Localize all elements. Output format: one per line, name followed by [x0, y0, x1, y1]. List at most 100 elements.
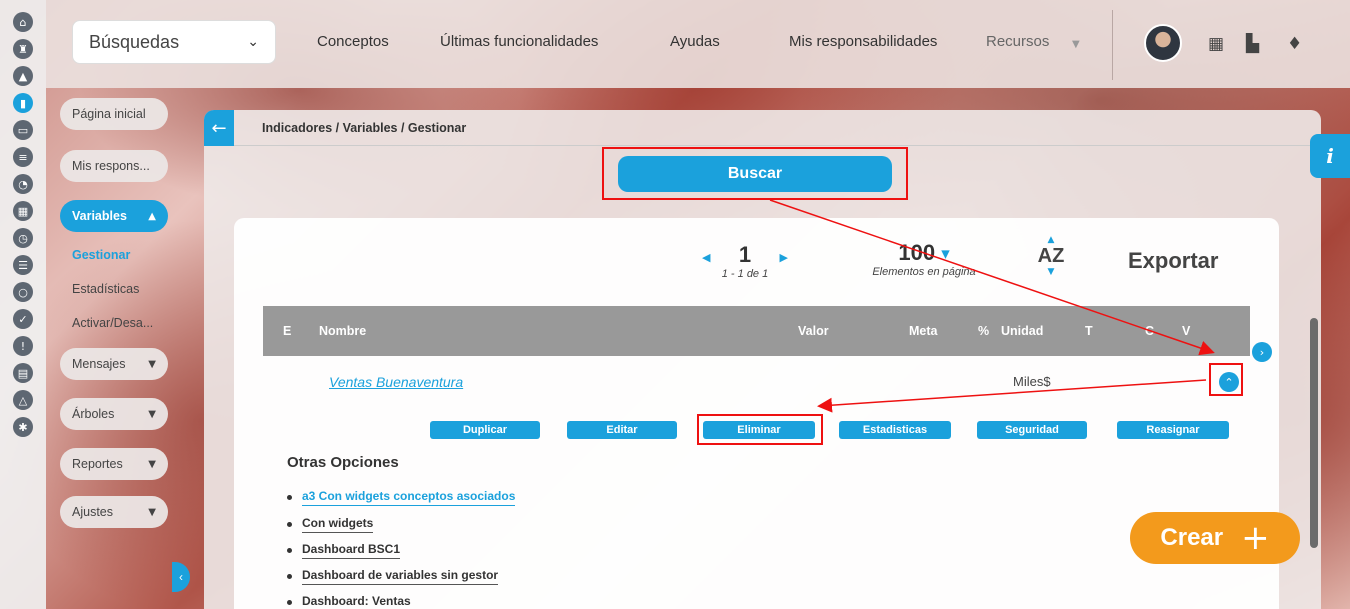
calendar-icon[interactable]: ▦ — [1208, 34, 1224, 54]
per-page-value: 100 — [898, 240, 936, 265]
col-e[interactable]: E — [283, 324, 291, 338]
search-select[interactable]: Búsquedas ⌄ — [72, 20, 276, 64]
gear-icon[interactable]: ✱ — [13, 417, 33, 437]
network-icon[interactable]: △ — [13, 390, 33, 410]
sort-down-icon: ▼ — [1047, 267, 1055, 277]
menu-reportes[interactable]: Reportes ▼ — [60, 448, 168, 480]
menu-mis-respons[interactable]: Mis respons... — [60, 150, 168, 182]
submenu-gestionar[interactable]: Gestionar — [72, 248, 130, 262]
caret-down-icon: ▼ — [148, 408, 156, 420]
check-circle-icon[interactable]: ✓ — [13, 309, 33, 329]
sort-toggle[interactable]: ▲ AZ ▼ — [1034, 236, 1068, 277]
menu-ajustes[interactable]: Ajustes ▼ — [60, 496, 168, 528]
other-option[interactable]: a3 Con widgets conceptos asociados — [287, 489, 516, 506]
caret-down-icon: ▼ — [148, 506, 156, 518]
estadisticas-button[interactable]: Estadisticas — [839, 421, 951, 439]
plus-icon: + — [1241, 518, 1270, 558]
seguridad-button[interactable]: Seguridad — [977, 421, 1087, 439]
prev-page-icon[interactable]: ◀ — [702, 251, 710, 264]
results-panel: ◀ 1 ▶ 1 - 1 de 1 100 ▼ Elementos en pági… — [234, 218, 1279, 609]
clock-icon[interactable]: ◷ — [13, 228, 33, 248]
pie-chart-icon[interactable]: ◔ — [13, 174, 33, 194]
scroll-right-icon[interactable]: › — [1252, 342, 1272, 362]
col-meta[interactable]: Meta — [909, 324, 937, 338]
nav-ultimas-funcionalidades[interactable]: Últimas funcionalidades — [440, 33, 598, 50]
per-page-label: Elementos en página — [872, 266, 976, 278]
nav-mis-responsabilidades[interactable]: Mis responsabilidades — [789, 33, 937, 50]
scrollbar[interactable] — [1310, 318, 1318, 548]
menu-arboles-label: Árboles — [72, 407, 115, 421]
back-arrow-icon[interactable]: ← — [204, 110, 234, 146]
map-icon[interactable]: ▦ — [13, 201, 33, 221]
recursos-caret-icon: ▼ — [1072, 39, 1080, 50]
triangle-up-icon[interactable]: ▲ — [13, 66, 33, 86]
calendar-icon[interactable]: ▤ — [13, 363, 33, 383]
menu-mensajes-label: Mensajes — [72, 357, 126, 371]
page-number: 1 — [738, 242, 752, 267]
breadcrumb: Indicadores / Variables / Gestionar — [262, 121, 467, 135]
presentation-icon[interactable]: ▭ — [13, 120, 33, 140]
menu-mis-respons-label: Mis respons... — [72, 159, 150, 173]
nav-divider — [1112, 10, 1113, 80]
page-range: 1 - 1 de 1 — [721, 268, 769, 280]
sort-up-icon: ▲ — [1047, 235, 1055, 245]
other-option-label: Dashboard de variables sin gestor — [302, 568, 499, 585]
per-page-selector[interactable]: 100 ▼ Elementos en página — [854, 240, 994, 278]
duplicar-button[interactable]: Duplicar — [430, 421, 540, 439]
otras-opciones-title: Otras Opciones — [287, 454, 399, 471]
bullet — [287, 495, 292, 500]
breadcrumb-bar: ← Indicadores / Variables / Gestionar — [204, 110, 1321, 146]
submenu-estadisticas[interactable]: Estadísticas — [72, 282, 139, 296]
reasignar-button[interactable]: Reasignar — [1117, 421, 1229, 439]
sort-label: AZ — [1037, 245, 1065, 267]
align-icon[interactable]: ≡ — [13, 147, 33, 167]
bullet — [287, 600, 292, 605]
other-option[interactable]: Dashboard de variables sin gestor — [287, 568, 499, 585]
table-header: E Nombre Valor Meta % Unidad T C V — [263, 306, 1250, 356]
info-tab-icon[interactable]: i — [1310, 134, 1350, 178]
bell-icon[interactable]: ♦ — [1287, 34, 1302, 54]
crear-label: Crear — [1160, 524, 1224, 551]
col-pct[interactable]: % — [978, 324, 989, 338]
editar-button[interactable]: Editar — [567, 421, 677, 439]
col-valor[interactable]: Valor — [798, 324, 829, 338]
top-bar: Búsquedas ⌄ Conceptos Últimas funcionali… — [46, 0, 1350, 88]
col-v[interactable]: V — [1182, 324, 1190, 338]
other-option[interactable]: Con widgets — [287, 516, 374, 533]
bullet — [287, 574, 292, 579]
menu-arboles[interactable]: Árboles ▼ — [60, 398, 168, 430]
col-t[interactable]: T — [1085, 324, 1093, 338]
col-unidad[interactable]: Unidad — [1001, 324, 1043, 338]
next-page-icon[interactable]: ▶ — [780, 251, 788, 264]
other-option[interactable]: Dashboard BSC1 — [287, 542, 401, 559]
list-icon[interactable]: ☰ — [13, 255, 33, 275]
chess-rook-icon[interactable]: ♜ — [13, 39, 33, 59]
bullet — [287, 522, 292, 527]
warning-icon[interactable]: ! — [13, 336, 33, 356]
export-button[interactable]: Exportar — [1128, 248, 1218, 274]
crear-button[interactable]: Crear + — [1130, 512, 1300, 564]
map-icon[interactable]: ▙ — [1246, 34, 1259, 54]
bullet — [287, 548, 292, 553]
caret-up-icon: ▲ — [148, 210, 156, 222]
bar-chart-icon[interactable]: ▮ — [13, 93, 33, 113]
highlight-buscar — [602, 147, 908, 200]
other-option[interactable]: Dashboard: Ventas — [287, 594, 411, 609]
chevron-down-icon: ⌄ — [247, 34, 259, 50]
nav-conceptos[interactable]: Conceptos — [317, 33, 389, 50]
avatar[interactable] — [1144, 24, 1182, 62]
menu-variables[interactable]: Variables ▲ — [60, 200, 168, 232]
col-nombre[interactable]: Nombre — [319, 324, 366, 338]
nav-ayudas[interactable]: Ayudas — [670, 33, 720, 50]
caret-down-icon: ▼ — [148, 358, 156, 370]
home-icon[interactable]: ⌂ — [13, 12, 33, 32]
nav-recursos[interactable]: Recursos — [986, 33, 1049, 50]
row-name-link[interactable]: Ventas Buenaventura — [329, 374, 463, 390]
cycle-icon[interactable]: ○ — [13, 282, 33, 302]
menu-ajustes-label: Ajustes — [72, 505, 113, 519]
submenu-activar[interactable]: Activar/Desa... — [72, 316, 153, 330]
col-c[interactable]: C — [1145, 324, 1154, 338]
icon-rail: ⌂ ♜ ▲ ▮ ▭ ≡ ◔ ▦ ◷ ☰ ○ ✓ ! ▤ △ ✱ — [0, 0, 46, 609]
menu-pagina-inicial[interactable]: Página inicial — [60, 98, 168, 130]
menu-mensajes[interactable]: Mensajes ▼ — [60, 348, 168, 380]
